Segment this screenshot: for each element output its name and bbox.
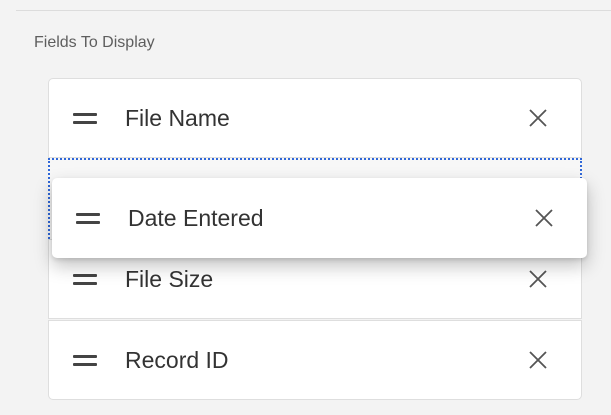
section-title: Fields To Display [34,34,155,51]
field-label: File Size [125,265,214,292]
close-icon[interactable] [526,106,550,130]
dragging-field-row[interactable]: Date Entered [52,178,587,258]
top-divider [16,10,611,11]
close-icon[interactable] [526,267,550,291]
drag-handle-icon[interactable] [73,273,101,285]
dragging-field-label: Date Entered [128,204,264,231]
field-label: File Name [125,104,230,131]
field-row-file-name[interactable]: File Name [48,78,582,158]
drag-handle-icon[interactable] [76,212,104,224]
field-row-record-id[interactable]: Record ID [48,320,582,400]
drag-handle-icon[interactable] [73,354,101,366]
close-icon[interactable] [532,206,556,230]
field-label: Record ID [125,346,229,373]
close-icon[interactable] [526,348,550,372]
drag-handle-icon[interactable] [73,112,101,124]
